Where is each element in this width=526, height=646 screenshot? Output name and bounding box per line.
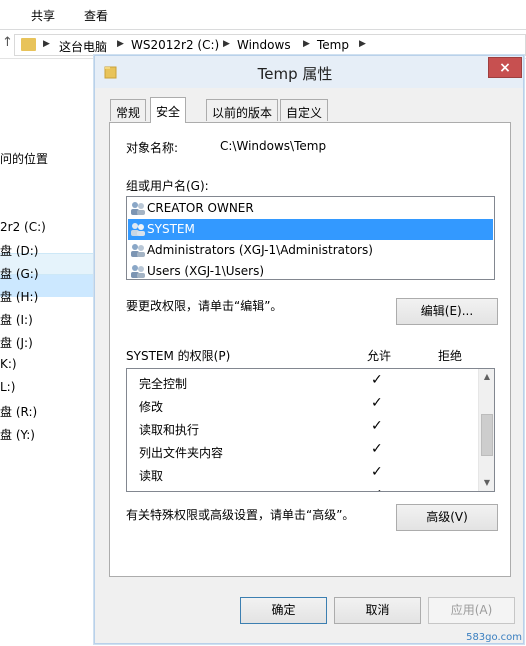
users-icon (131, 265, 145, 278)
breadcrumb-temp[interactable]: Temp (317, 38, 349, 52)
apply-button[interactable]: 应用(A) (428, 597, 515, 624)
allow-column-header: 允许 (367, 349, 392, 363)
nav-item-k[interactable]: K:) (0, 357, 17, 371)
chevron-right-icon[interactable]: ▶ (359, 39, 366, 49)
tab-previous-versions[interactable]: 以前的版本 (206, 99, 279, 121)
groups-label: 组或用户名(G): (126, 179, 209, 193)
breadcrumb-drive[interactable]: WS2012r2 (C:) (131, 38, 219, 52)
permission-row: 读取 ✓ (127, 463, 477, 486)
ribbon: 共享 查看 (0, 0, 526, 30)
permission-row: 修改 ✓ (127, 394, 477, 417)
nav-item-y[interactable]: 盘 (Y:) (0, 426, 35, 443)
check-icon: ✓ (371, 372, 383, 388)
dialog-title-bar[interactable]: Temp 属性 × (95, 56, 523, 88)
check-icon: ✓ (371, 395, 383, 411)
security-tab-panel: 对象名称: C:\Windows\Temp 组或用户名(G): CREATOR … (109, 122, 511, 577)
dialog-title: Temp 属性 (257, 65, 333, 83)
permission-name: 读取 (139, 469, 164, 483)
chevron-right-icon[interactable]: ▶ (223, 39, 230, 49)
permission-row: 完全控制 ✓ (127, 371, 477, 394)
nav-item-r[interactable]: 盘 (R:) (0, 403, 37, 420)
scroll-thumb[interactable] (481, 414, 493, 456)
users-icon (131, 244, 145, 257)
nav-item-c[interactable]: 2r2 (C:) (0, 220, 46, 234)
permission-name: 修改 (139, 400, 164, 414)
cancel-button[interactable]: 取消 (334, 597, 421, 624)
permissions-list[interactable]: 完全控制 ✓ 修改 ✓ 读取和执行 ✓ 列出文件夹内容 ✓ 读取 ✓ 写入 ✓ (126, 368, 495, 492)
close-button[interactable]: × (488, 57, 522, 78)
tab-customize[interactable]: 自定义 (280, 99, 329, 121)
check-icon: ✓ (371, 487, 383, 491)
check-icon: ✓ (371, 441, 383, 457)
user-list[interactable]: CREATOR OWNER SYSTEM Administrators (XGJ… (126, 196, 495, 280)
nav-item-i[interactable]: 盘 (I:) (0, 311, 33, 328)
address-input[interactable]: ▶ 这台电脑 ▶ WS2012r2 (C:) ▶ Windows ▶ Temp … (14, 34, 526, 56)
users-icon (131, 202, 145, 215)
user-name: SYSTEM (147, 222, 195, 236)
navigation-pane: 问的位置 2r2 (C:) 盘 (D:) 盘 (G:) 盘 (H:) 盘 (I:… (0, 60, 95, 646)
user-row-creator-owner[interactable]: CREATOR OWNER (128, 198, 493, 219)
chevron-right-icon[interactable]: ▶ (43, 39, 50, 49)
ok-button[interactable]: 确定 (240, 597, 327, 624)
scroll-up-icon[interactable]: ▲ (479, 369, 494, 385)
tab-general[interactable]: 常规 (110, 99, 147, 121)
deny-column-header: 拒绝 (438, 349, 463, 363)
permissions-scrollbar[interactable]: ▲ ▼ (478, 369, 494, 491)
permission-row: 写入 ✓ (127, 486, 477, 491)
object-name-value: C:\Windows\Temp (220, 139, 327, 153)
permission-row: 读取和执行 ✓ (127, 417, 477, 440)
nav-item-h[interactable]: 盘 (H:) (0, 288, 38, 305)
check-icon: ✓ (371, 464, 383, 480)
check-icon: ✓ (371, 418, 383, 434)
chevron-right-icon[interactable]: ▶ (117, 39, 124, 49)
nav-item-j[interactable]: 盘 (J:) (0, 334, 33, 351)
permission-row: 列出文件夹内容 ✓ (127, 440, 477, 463)
user-name: Administrators (XGJ-1\Administrators) (147, 243, 373, 257)
user-row-system[interactable]: SYSTEM (128, 219, 493, 240)
permissions-label: SYSTEM 的权限(P) (126, 349, 231, 363)
nav-item-d[interactable]: 盘 (D:) (0, 242, 38, 259)
permission-name: 列出文件夹内容 (139, 446, 224, 460)
permission-name: 写入 (139, 490, 163, 491)
breadcrumb-windows[interactable]: Windows (237, 38, 291, 52)
ribbon-tab-view[interactable]: 查看 (84, 7, 108, 24)
change-permissions-hint: 要更改权限，请单击“编辑”。 (126, 299, 283, 313)
nav-item-recent[interactable]: 问的位置 (0, 150, 48, 167)
advanced-button[interactable]: 高级(V) (396, 504, 498, 531)
watermark: 583go.com (466, 632, 522, 643)
user-row-administrators[interactable]: Administrators (XGJ-1\Administrators) (128, 240, 493, 261)
ribbon-tab-share[interactable]: 共享 (31, 7, 55, 24)
edit-button[interactable]: 编辑(E)... (396, 298, 498, 325)
tab-security[interactable]: 安全 (150, 97, 187, 123)
scroll-down-icon[interactable]: ▼ (479, 475, 494, 491)
folder-icon (21, 38, 36, 51)
object-name-label: 对象名称: (126, 141, 179, 155)
nav-item-g[interactable]: 盘 (G:) (0, 265, 39, 282)
permission-name: 读取和执行 (139, 423, 200, 437)
users-icon (131, 223, 145, 236)
permission-name: 完全控制 (139, 377, 188, 391)
user-name: Users (XGJ-1\Users) (147, 264, 265, 278)
user-row-users[interactable]: Users (XGJ-1\Users) (128, 261, 493, 282)
up-arrow-icon[interactable]: ↑ (2, 35, 13, 50)
breadcrumb-this-pc[interactable]: 这台电脑 (59, 38, 107, 55)
properties-dialog: Temp 属性 × 常规 安全 以前的版本 自定义 对象名称: C:\Windo… (94, 55, 524, 644)
user-name: CREATOR OWNER (147, 201, 254, 215)
chevron-right-icon[interactable]: ▶ (303, 39, 310, 49)
advanced-hint: 有关特殊权限或高级设置，请单击“高级”。 (126, 508, 355, 522)
nav-item-l[interactable]: L:) (0, 380, 15, 394)
